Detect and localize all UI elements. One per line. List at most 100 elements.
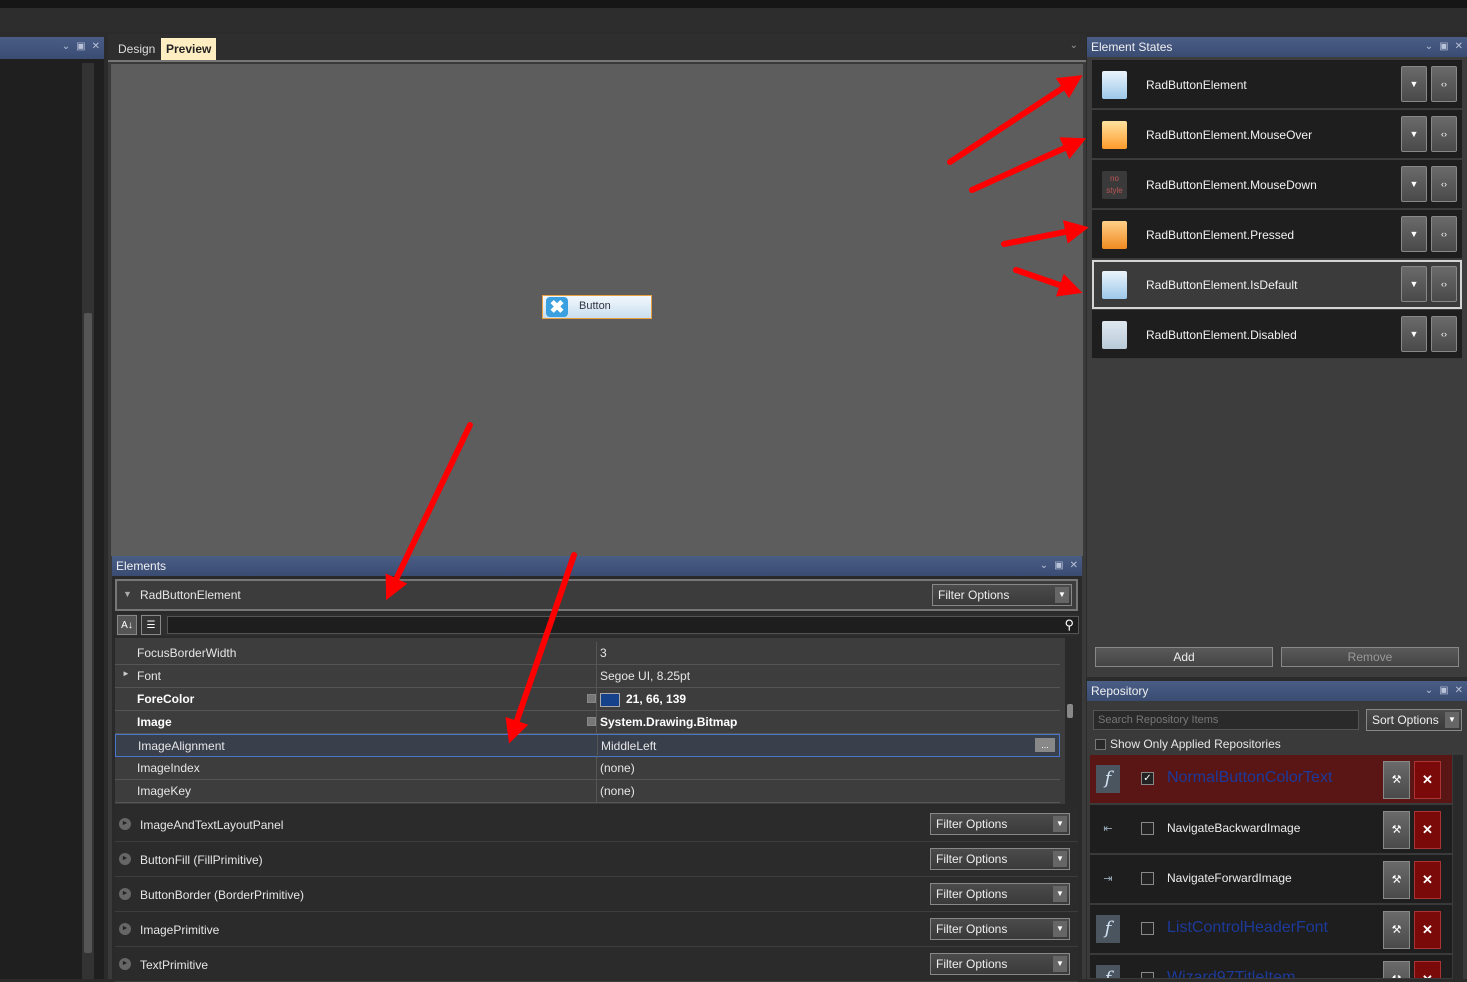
reset-icon[interactable]	[587, 717, 596, 726]
repository-scrollbar[interactable]	[1453, 755, 1463, 979]
repository-item[interactable]: ⇤ NavigateBackwardImage ⚒ ✕	[1090, 805, 1452, 854]
expand-circle-icon[interactable]: ►	[119, 958, 131, 970]
state-row[interactable]: RadButtonElement.Pressed ▼ ‹›	[1092, 210, 1462, 259]
property-row[interactable]: ImageKey (none)	[115, 780, 1060, 803]
repository-item-checkbox[interactable]	[1141, 922, 1154, 935]
chevron-down-icon[interactable]: ⌄	[1425, 37, 1433, 57]
scroll-thumb[interactable]	[84, 313, 92, 953]
checkbox[interactable]	[1095, 739, 1106, 751]
reset-icon[interactable]	[587, 694, 596, 703]
delete-item-button[interactable]: ✕	[1414, 861, 1441, 899]
repository-search-input[interactable]: Search Repository Items	[1093, 710, 1359, 730]
child-element-row[interactable]: ► ImageAndTextLayoutPanel Filter Options ▼	[115, 807, 1078, 842]
chevron-down-icon[interactable]: ⌄	[1040, 556, 1048, 576]
property-row[interactable]: ImageIndex (none)	[115, 757, 1060, 780]
close-icon[interactable]: ✕	[92, 37, 100, 57]
child-element-row[interactable]: ► ButtonFill (FillPrimitive) Filter Option…	[115, 842, 1078, 877]
delete-item-button[interactable]: ✕	[1414, 961, 1441, 978]
chevron-down-icon[interactable]: ⌄	[62, 37, 70, 57]
sort-alphabetical-icon[interactable]: A↓	[117, 615, 137, 635]
repository-item-checkbox[interactable]	[1141, 822, 1154, 835]
state-edit-button[interactable]: ‹›	[1431, 66, 1457, 102]
filter-options-dropdown[interactable]: Filter Options ▼	[930, 883, 1070, 905]
property-row[interactable]: ► Font Segoe UI, 8.25pt	[115, 665, 1060, 688]
state-edit-button[interactable]: ‹›	[1431, 166, 1457, 202]
edit-item-button[interactable]: ⚒	[1383, 761, 1410, 799]
expand-arrow-icon[interactable]: ►	[122, 669, 130, 678]
state-dropdown-button[interactable]: ▼	[1401, 116, 1427, 152]
close-icon[interactable]: ✕	[1070, 556, 1078, 576]
property-value[interactable]: (none)	[600, 761, 635, 775]
ellipsis-button[interactable]: ...	[1035, 738, 1055, 752]
property-row[interactable]: Image System.Drawing.Bitmap	[115, 711, 1060, 734]
tab-preview[interactable]: Preview	[161, 38, 217, 60]
show-only-applied-checkbox[interactable]: Show Only Applied Repositories	[1095, 737, 1281, 751]
child-element-row[interactable]: ► ImagePrimitive Filter Options ▼	[115, 912, 1078, 947]
edit-item-button[interactable]: ⚒	[1383, 961, 1410, 978]
edit-item-button[interactable]: ⚒	[1383, 861, 1410, 899]
expand-circle-icon[interactable]: ►	[119, 888, 131, 900]
scroll-thumb[interactable]	[1067, 704, 1073, 718]
delete-item-button[interactable]: ✕	[1414, 911, 1441, 949]
left-pane-scrollbar[interactable]	[82, 63, 94, 979]
delete-item-button[interactable]: ✕	[1414, 811, 1441, 849]
state-edit-button[interactable]: ‹›	[1431, 216, 1457, 252]
state-dropdown-button[interactable]: ▼	[1401, 216, 1427, 252]
element-row-selected[interactable]: ▼ RadButtonElement Filter Options ▼	[115, 579, 1078, 611]
pin-icon[interactable]: ▣	[1439, 681, 1448, 701]
expand-triangle-icon[interactable]: ▼	[123, 589, 132, 599]
sort-options-dropdown[interactable]: Sort Options ▼	[1366, 709, 1462, 731]
add-state-button[interactable]: Add	[1095, 647, 1273, 667]
repository-item[interactable]: f ✓ NormalButtonColorText ⚒ ✕	[1090, 755, 1452, 804]
preview-rad-button[interactable]: ✖ Button	[542, 295, 652, 319]
property-value[interactable]: Segoe UI, 8.25pt	[600, 669, 690, 683]
edit-item-button[interactable]: ⚒	[1383, 811, 1410, 849]
filter-options-dropdown[interactable]: Filter Options ▼	[932, 584, 1072, 606]
child-element-row[interactable]: ► TextPrimitive Filter Options ▼	[115, 947, 1078, 982]
state-dropdown-button[interactable]: ▼	[1401, 316, 1427, 352]
repository-item[interactable]: f Wizard97TitleItem ⚒✕	[1090, 955, 1452, 979]
property-value[interactable]: MiddleLeft	[601, 739, 656, 753]
property-row[interactable]: FocusBorderWidth 3	[115, 642, 1060, 665]
remove-state-button[interactable]: Remove	[1281, 647, 1459, 667]
state-dropdown-button[interactable]: ▼	[1401, 266, 1427, 302]
expand-circle-icon[interactable]: ►	[119, 818, 131, 830]
state-row[interactable]: RadButtonElement.Disabled ▼ ‹›	[1092, 310, 1462, 359]
property-value[interactable]: 21, 66, 139	[600, 692, 686, 707]
repository-item[interactable]: f ListControlHeaderFont ⚒ ✕	[1090, 905, 1452, 954]
filter-options-dropdown[interactable]: Filter Options ▼	[930, 953, 1070, 975]
filter-options-dropdown[interactable]: Filter Options ▼	[930, 813, 1070, 835]
property-row[interactable]: ForeColor 21, 66, 139	[115, 688, 1060, 711]
tab-design[interactable]: Design	[113, 38, 160, 60]
filter-options-dropdown[interactable]: Filter Options ▼	[930, 918, 1070, 940]
property-value[interactable]: 3	[600, 646, 607, 660]
state-row[interactable]: RadButtonElement ▼ ‹›	[1092, 60, 1462, 109]
child-element-row[interactable]: ► ButtonBorder (BorderPrimitive) Filter Op…	[115, 877, 1078, 912]
state-edit-button[interactable]: ‹›	[1431, 266, 1457, 302]
state-dropdown-button[interactable]: ▼	[1401, 166, 1427, 202]
property-search-input[interactable]: ⚲	[167, 616, 1079, 634]
expand-circle-icon[interactable]: ►	[119, 923, 131, 935]
edit-item-button[interactable]: ⚒	[1383, 911, 1410, 949]
state-dropdown-button[interactable]: ▼	[1401, 66, 1427, 102]
repository-item[interactable]: ⇥ NavigateForwardImage ⚒ ✕	[1090, 855, 1452, 904]
pin-icon[interactable]: ▣	[76, 37, 85, 57]
chevron-down-icon[interactable]: ⌄	[1425, 681, 1433, 701]
filter-options-dropdown[interactable]: Filter Options ▼	[930, 848, 1070, 870]
delete-item-button[interactable]: ✕	[1414, 761, 1441, 799]
pin-icon[interactable]: ▣	[1054, 556, 1063, 576]
state-row[interactable]: no style RadButtonElement.MouseDown ▼ ‹›	[1092, 160, 1462, 209]
state-edit-button[interactable]: ‹›	[1431, 316, 1457, 352]
repository-item-checkbox[interactable]	[1141, 872, 1154, 885]
chevron-down-icon[interactable]: ⌄	[1070, 40, 1078, 51]
property-value[interactable]: System.Drawing.Bitmap	[600, 715, 737, 729]
state-edit-button[interactable]: ‹›	[1431, 116, 1457, 152]
repository-item-checkbox[interactable]	[1141, 972, 1154, 978]
categorized-icon[interactable]: ☰	[141, 615, 161, 635]
property-value[interactable]: (none)	[600, 784, 635, 798]
pin-icon[interactable]: ▣	[1439, 37, 1448, 57]
state-row[interactable]: RadButtonElement.MouseOver ▼ ‹›	[1092, 110, 1462, 159]
close-icon[interactable]: ✕	[1455, 37, 1463, 57]
repository-item-checkbox[interactable]: ✓	[1141, 772, 1154, 785]
property-grid-scrollbar[interactable]	[1065, 638, 1075, 804]
